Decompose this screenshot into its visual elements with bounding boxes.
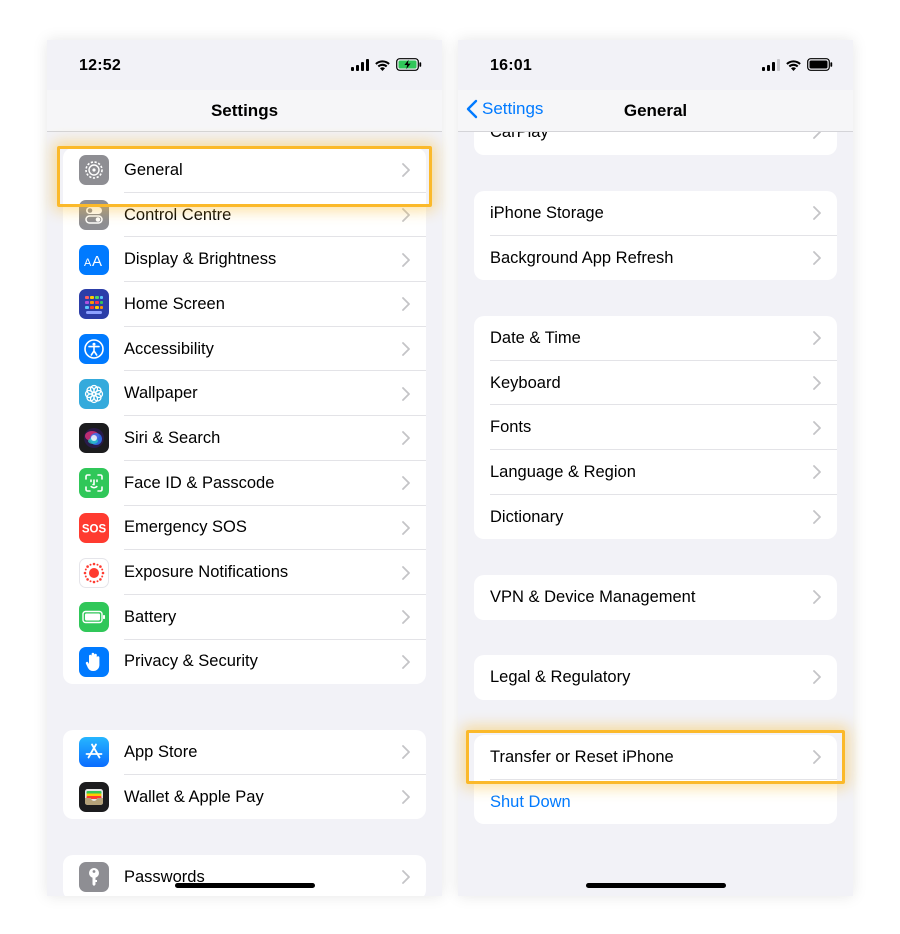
general-item-background-app-refresh[interactable]: Background App Refresh xyxy=(474,236,837,281)
general-item-keyboard[interactable]: Keyboard xyxy=(474,361,837,406)
battery-charging-icon xyxy=(396,58,422,71)
navigation-bar: Settings General xyxy=(458,90,853,132)
settings-list: General Control Centre AA Display & Brig… xyxy=(47,132,442,896)
chevron-right-icon xyxy=(813,331,821,346)
chevron-right-icon xyxy=(402,745,410,760)
accessibility-icon xyxy=(79,334,109,365)
chevron-right-icon xyxy=(402,655,410,669)
general-item-iphone-storage[interactable]: iPhone Storage xyxy=(474,191,837,236)
general-group-carplay: CarPlay xyxy=(474,132,837,155)
page-title: Settings xyxy=(210,101,279,120)
sos-icon: SOS xyxy=(79,512,109,543)
key-icon xyxy=(79,862,109,893)
settings-item-accessibility[interactable]: Accessibility xyxy=(63,327,426,372)
chevron-right-icon xyxy=(813,376,821,390)
chevron-right-icon xyxy=(813,132,821,140)
wifi-icon xyxy=(375,59,390,71)
settings-item-exposure-notifications[interactable]: Exposure Notifications xyxy=(63,550,426,595)
settings-item-battery[interactable]: Battery xyxy=(63,595,426,640)
status-bar: 12:52 xyxy=(47,40,442,90)
svg-text:A: A xyxy=(92,253,102,268)
settings-item-wallet-apple-pay[interactable]: Wallet & Apple Pay xyxy=(63,775,426,820)
general-group-vpn: VPN & Device Management xyxy=(474,575,837,620)
status-time: 12:52 xyxy=(79,57,121,74)
settings-item-display-brightness[interactable]: AA Display & Brightness xyxy=(63,237,426,282)
hand-icon xyxy=(79,646,109,677)
chevron-right-icon xyxy=(813,420,821,435)
home-indicator[interactable] xyxy=(174,883,315,888)
general-item-dictionary[interactable]: Dictionary xyxy=(474,495,837,540)
settings-item-face-id-passcode[interactable]: Face ID & Passcode xyxy=(63,461,426,506)
exposure-icon xyxy=(79,557,109,588)
face-id-icon xyxy=(79,468,109,499)
highlight-general xyxy=(57,146,432,207)
status-time: 16:01 xyxy=(490,57,532,74)
chevron-right-icon xyxy=(402,297,410,312)
chevron-right-icon xyxy=(402,252,410,267)
home-indicator[interactable] xyxy=(585,883,726,888)
app-grid-icon xyxy=(79,289,109,320)
chevron-right-icon xyxy=(402,342,410,356)
svg-text:SOS: SOS xyxy=(82,523,107,535)
settings-item-passwords[interactable]: Passwords xyxy=(63,855,426,896)
general-item-language-region[interactable]: Language & Region xyxy=(474,450,837,495)
settings-group-passwords: Passwords xyxy=(63,855,426,896)
wifi-icon xyxy=(786,59,801,71)
text-size-icon: AA xyxy=(79,244,109,275)
chevron-right-icon xyxy=(402,208,410,222)
chevron-right-icon xyxy=(813,251,821,265)
chevron-right-icon xyxy=(813,206,821,221)
chevron-right-icon xyxy=(813,670,821,685)
chevron-right-icon xyxy=(402,870,410,885)
page-title: General xyxy=(623,101,688,120)
settings-group-main: General Control Centre AA Display & Brig… xyxy=(63,148,426,685)
general-group-regional: Date & Time Keyboard Fonts Language & Re… xyxy=(474,316,837,540)
flower-icon xyxy=(79,378,109,409)
status-bar: 16:01 xyxy=(458,40,853,90)
chevron-right-icon xyxy=(813,590,821,605)
shut-down-button[interactable]: Shut Down xyxy=(474,780,837,825)
settings-item-home-screen[interactable]: Home Screen xyxy=(63,282,426,327)
general-group-legal: Legal & Regulatory xyxy=(474,655,837,700)
chevron-right-icon xyxy=(402,610,410,625)
general-item-vpn-device-management[interactable]: VPN & Device Management xyxy=(474,575,837,620)
battery-icon xyxy=(79,602,109,633)
general-item-legal-regulatory[interactable]: Legal & Regulatory xyxy=(474,655,837,700)
highlight-transfer-reset xyxy=(466,730,845,784)
general-group-storage: iPhone Storage Background App Refresh xyxy=(474,191,837,281)
battery-full-icon xyxy=(807,58,833,71)
chevron-right-icon xyxy=(402,520,410,535)
general-item-fonts[interactable]: Fonts xyxy=(474,405,837,450)
chevron-right-icon xyxy=(402,386,410,401)
general-item-date-time[interactable]: Date & Time xyxy=(474,316,837,361)
chevron-right-icon xyxy=(402,790,410,804)
chevron-right-icon xyxy=(402,431,410,446)
chevron-right-icon xyxy=(402,476,410,491)
navigation-bar: Settings xyxy=(47,90,442,132)
settings-item-app-store[interactable]: App Store xyxy=(63,730,426,775)
signal-icon xyxy=(351,58,369,71)
svg-text:A: A xyxy=(84,257,92,268)
chevron-right-icon xyxy=(813,510,821,524)
settings-item-siri-search[interactable]: Siri & Search xyxy=(63,416,426,461)
general-item-carplay[interactable]: CarPlay xyxy=(474,132,837,155)
app-store-icon xyxy=(79,737,109,768)
signal-icon xyxy=(762,58,780,71)
chevron-right-icon xyxy=(813,465,821,480)
settings-item-wallpaper[interactable]: Wallpaper xyxy=(63,371,426,416)
settings-item-emergency-sos[interactable]: SOS Emergency SOS xyxy=(63,506,426,551)
settings-item-privacy-security[interactable]: Privacy & Security xyxy=(63,640,426,685)
siri-icon xyxy=(79,423,109,454)
wallet-icon xyxy=(79,782,109,813)
chevron-right-icon xyxy=(402,565,410,580)
settings-group-store: App Store Wallet & Apple Pay xyxy=(63,730,426,820)
